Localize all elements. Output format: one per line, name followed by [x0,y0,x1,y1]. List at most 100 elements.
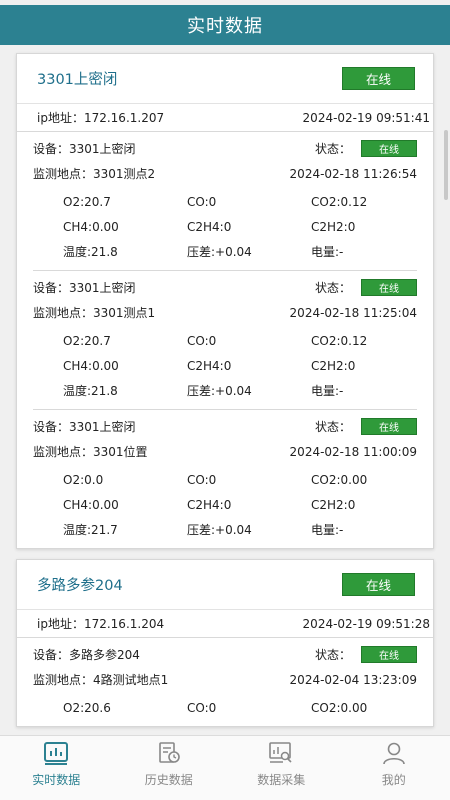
tab-history[interactable]: 历史数据 [113,736,226,800]
device-name-value: 3301上密闭 [69,281,136,295]
device-location: 监测地点：3301测点1 [33,304,155,321]
device-status-button[interactable]: 在线 [361,646,417,663]
device-status-button[interactable]: 在线 [361,418,417,435]
device-block[interactable]: 设备：多路多参204 状态： 在线监测地点：4路测试地点1 2024-02-04 13… [33,638,417,726]
scrollbar[interactable] [444,130,448,200]
station-time: 2024-02-19 09:51:28 [302,616,430,631]
device-location-label: 监测地点： [33,673,94,687]
station-info-row: ip地址：172.16.1.204 2024-02-19 09:51:28 [17,610,433,638]
history-icon [158,742,180,763]
device-location-label: 监测地点： [33,167,94,181]
reading-value: 温度:21.7 [63,523,118,537]
reading-value: CO:0 [187,194,217,209]
device-name-value: 多路多参204 [69,648,140,662]
station-ip-label: ip地址： [37,111,84,125]
state-label: 状态： [314,648,351,662]
readings-grid: O2:0.0 CO:0 CO2:0.00 CH4:0.00 C2H4:0 C2H2:0 温度… [33,467,417,542]
device-name: 设备：多路多参204 [33,646,140,663]
device-state: 状态： 在线 [315,646,417,663]
reading-value: CO:0 [187,472,217,487]
reading-value: C2H2:0 [311,497,356,512]
station-ip-value: 172.16.1.204 [83,617,165,631]
device-location-value: 3301测点1 [93,306,156,320]
readings-grid: O2:20.7 CO:0 CO2:0.12 CH4:0.00 C2H4:0 C2H2:0 温… [33,189,417,264]
station-card[interactable]: 3301上密闭 在线 ip地址：172.16.1.207 2024-02-19 09:… [16,53,434,549]
device-row: 设备：3301上密闭 状态： 在线 [33,414,417,439]
station-card[interactable]: 多路多参204 在线 ip地址：172.16.1.204 2024-02-19 09:… [16,559,434,727]
readings-grid: O2:20.6 CO:0 CO2:0.00 [33,695,417,720]
device-name-label: 设备： [33,648,70,662]
tab-label: 实时数据 [32,773,81,787]
reading-value: C2H2:0 [311,219,356,234]
reading-value: CO:0 [187,700,217,715]
station-time: 2024-02-19 09:51:41 [302,110,430,125]
reading-value: O2:0.0 [63,472,104,487]
state-label: 状态： [314,281,351,295]
station-info-row: ip地址：172.16.1.207 2024-02-19 09:51:41 [17,104,433,132]
device-name-label: 设备： [33,142,70,156]
device-name: 设备：3301上密闭 [33,140,136,157]
reading-value: C2H4:0 [187,358,232,373]
data-collect-icon [269,742,292,763]
reading-value: CO2:0.00 [311,700,368,715]
device-name: 设备：3301上密闭 [33,418,136,435]
station-status-button[interactable]: 在线 [342,67,415,90]
device-time: 2024-02-18 11:00:09 [289,444,417,459]
reading-value: C2H4:0 [187,219,232,234]
device-time: 2024-02-04 13:23:09 [289,672,417,687]
device-location-value: 3301测点2 [93,167,156,181]
device-location: 监测地点：3301测点2 [33,165,155,182]
device-name-value: 3301上密闭 [69,420,136,434]
station-header: 3301上密闭 在线 [17,54,433,104]
bottom-tab-bar: 实时数据 历史数据 数据采集 我的 [0,735,450,800]
reading-value: CO:0 [187,333,217,348]
reading-value: 电量:- [311,384,344,398]
device-row: 设备：3301上密闭 状态： 在线 [33,136,417,161]
reading-value: CH4:0.00 [63,219,119,234]
device-row: 设备：3301上密闭 状态： 在线 [33,275,417,300]
device-row: 设备：多路多参204 状态： 在线 [33,642,417,667]
station-list[interactable]: 3301上密闭 在线 ip地址：172.16.1.207 2024-02-19 09:… [0,45,450,735]
device-time: 2024-02-18 11:26:54 [289,166,417,181]
device-location-value: 4路测试地点1 [93,673,169,687]
device-name-value: 3301上密闭 [69,142,136,156]
device-status-button[interactable]: 在线 [361,279,417,296]
device-name-label: 设备： [33,420,70,434]
reading-value: 温度:21.8 [63,384,118,398]
reading-value: CO2:0.12 [311,333,368,348]
tab-mine[interactable]: 我的 [338,736,450,800]
device-block[interactable]: 设备：3301上密闭 状态： 在线监测地点：3301测点1 2024-02-18 11… [33,271,417,410]
tab-data-collect[interactable]: 数据采集 [225,736,338,800]
device-status-button[interactable]: 在线 [361,140,417,157]
user-icon [382,742,405,765]
device-block[interactable]: 设备：3301上密闭 状态： 在线监测地点：3301位置 2024-02-18 11:… [33,410,417,548]
tab-label: 数据采集 [257,773,306,787]
reading-value: O2:20.7 [63,194,111,209]
reading-value: CH4:0.00 [63,497,119,512]
device-name: 设备：3301上密闭 [33,279,136,296]
device-time: 2024-02-18 11:25:04 [289,305,417,320]
device-block[interactable]: 设备：3301上密闭 状态： 在线监测地点：3301测点2 2024-02-18 11… [33,132,417,271]
reading-value: C2H2:0 [311,358,356,373]
device-location-label: 监测地点： [33,306,94,320]
device-name-label: 设备： [33,281,70,295]
readings-grid: O2:20.7 CO:0 CO2:0.12 CH4:0.00 C2H4:0 C2H2:0 温… [33,328,417,403]
title-bar: 实时数据 [0,5,450,45]
state-label: 状态： [314,142,351,156]
state-label: 状态： [314,420,351,434]
device-location: 监测地点：3301位置 [33,443,148,460]
reading-value: 压差:+0.04 [187,523,252,537]
reading-value: 压差:+0.04 [187,245,252,259]
station-status-button[interactable]: 在线 [342,573,415,596]
reading-value: O2:20.7 [63,333,111,348]
station-header: 多路多参204 在线 [17,560,433,610]
reading-value: 电量:- [311,523,344,537]
page-title: 实时数据 [187,16,263,37]
device-state: 状态： 在线 [315,418,417,435]
reading-value: CO2:0.00 [311,472,368,487]
reading-value: 电量:- [311,245,344,259]
station-ip: ip地址：172.16.1.207 [37,109,164,126]
station-name: 多路多参204 [37,578,123,594]
tab-realtime[interactable]: 实时数据 [0,736,113,800]
reading-value: CH4:0.00 [63,358,119,373]
